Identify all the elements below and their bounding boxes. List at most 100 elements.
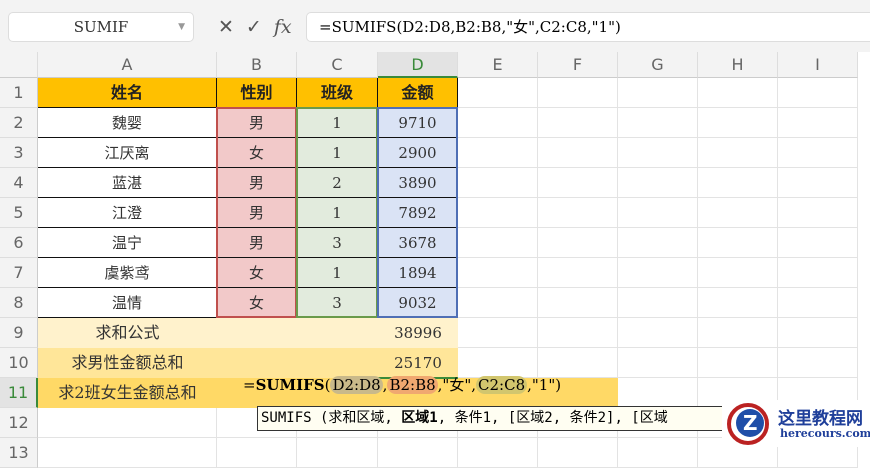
grid-cell[interactable] [458, 228, 538, 258]
function-icon[interactable]: fx [274, 16, 292, 38]
data-cell[interactable]: 9032 [378, 288, 458, 318]
column-header-I[interactable]: I [778, 52, 858, 78]
grid-cell[interactable] [458, 258, 538, 288]
grid-cell[interactable] [698, 138, 778, 168]
grid-cell[interactable] [538, 78, 618, 108]
column-header-G[interactable]: G [618, 52, 698, 78]
header-cell[interactable]: 姓名 [38, 78, 217, 108]
grid-cell[interactable] [538, 228, 618, 258]
grid-cell[interactable] [297, 438, 378, 468]
data-cell[interactable]: 9710 [378, 108, 458, 138]
grid-cell[interactable] [698, 78, 778, 108]
row-header-5[interactable]: 5 [0, 198, 38, 228]
column-header-C[interactable]: C [297, 52, 378, 78]
data-cell[interactable]: 1 [297, 198, 378, 228]
summary-label[interactable]: 求男性金额总和 [38, 348, 217, 378]
data-cell[interactable]: 温宁 [38, 228, 217, 258]
data-cell[interactable]: 江澄 [38, 198, 217, 228]
data-cell[interactable]: 男 [217, 228, 297, 258]
grid-cell[interactable] [618, 288, 698, 318]
grid-cell[interactable] [778, 138, 858, 168]
grid-cell[interactable] [458, 168, 538, 198]
grid-cell[interactable] [538, 168, 618, 198]
row-header-7[interactable]: 7 [0, 258, 38, 288]
grid-cell[interactable] [538, 438, 618, 468]
row-header-6[interactable]: 6 [0, 228, 38, 258]
grid-cell[interactable] [538, 198, 618, 228]
grid-cell[interactable] [38, 408, 217, 438]
cancel-icon[interactable]: ✕ [218, 16, 234, 38]
confirm-icon[interactable]: ✓ [246, 16, 262, 38]
header-cell[interactable]: 性别 [217, 78, 297, 108]
row-header-12[interactable]: 12 [0, 408, 38, 438]
grid-cell[interactable] [217, 438, 297, 468]
column-header-A[interactable]: A [38, 52, 217, 78]
row-header-3[interactable]: 3 [0, 138, 38, 168]
grid-cell[interactable] [778, 258, 858, 288]
data-cell[interactable]: 1 [297, 138, 378, 168]
grid-cell[interactable] [698, 318, 778, 348]
grid-cell[interactable] [618, 348, 698, 378]
data-cell[interactable]: 女 [217, 258, 297, 288]
grid-cell[interactable] [618, 138, 698, 168]
grid-cell[interactable] [778, 228, 858, 258]
name-box[interactable]: SUMIF ▼ [8, 12, 194, 42]
grid-cell[interactable] [698, 228, 778, 258]
row-header-4[interactable]: 4 [0, 168, 38, 198]
data-cell[interactable]: 男 [217, 168, 297, 198]
cell-editor[interactable]: =SUMIFS(D2:D8, B2:B8 ,"女", C2:C8 ,"1") [243, 370, 561, 400]
grid-cell[interactable] [458, 198, 538, 228]
row-header-10[interactable]: 10 [0, 348, 38, 378]
column-header-H[interactable]: H [698, 52, 778, 78]
row-header-8[interactable]: 8 [0, 288, 38, 318]
data-cell[interactable]: 蓝湛 [38, 168, 217, 198]
grid-cell[interactable] [38, 438, 217, 468]
grid-cell[interactable] [458, 318, 538, 348]
data-cell[interactable]: 2900 [378, 138, 458, 168]
grid-cell[interactable] [538, 288, 618, 318]
grid-cell[interactable] [778, 318, 858, 348]
data-cell[interactable]: 3 [297, 288, 378, 318]
grid-cell[interactable] [618, 78, 698, 108]
grid-cell[interactable] [618, 258, 698, 288]
grid-cell[interactable] [698, 348, 778, 378]
grid-cell[interactable] [458, 78, 538, 108]
header-cell[interactable]: 金额 [378, 78, 458, 108]
data-cell[interactable]: 1894 [378, 258, 458, 288]
data-cell[interactable]: 男 [217, 198, 297, 228]
grid-cell[interactable] [538, 138, 618, 168]
grid-cell[interactable] [618, 438, 698, 468]
grid-cell[interactable] [698, 258, 778, 288]
grid-cell[interactable] [778, 168, 858, 198]
grid-cell[interactable] [538, 258, 618, 288]
data-cell[interactable]: 1 [297, 108, 378, 138]
column-header-D[interactable]: D [378, 52, 458, 78]
grid-cell[interactable] [458, 288, 538, 318]
header-cell[interactable]: 班级 [297, 78, 378, 108]
grid-cell[interactable] [618, 198, 698, 228]
data-cell[interactable]: 3 [297, 228, 378, 258]
grid-cell[interactable] [618, 168, 698, 198]
data-cell[interactable]: 女 [217, 288, 297, 318]
grid-cell[interactable] [698, 168, 778, 198]
data-cell[interactable]: 2 [297, 168, 378, 198]
grid-cell[interactable] [538, 108, 618, 138]
row-header-2[interactable]: 2 [0, 108, 38, 138]
grid-cell[interactable] [778, 78, 858, 108]
grid-cell[interactable] [618, 378, 698, 408]
data-cell[interactable]: 1 [297, 258, 378, 288]
grid-cell[interactable] [698, 108, 778, 138]
data-cell[interactable]: 江厌离 [38, 138, 217, 168]
grid-cell[interactable] [618, 108, 698, 138]
grid-cell[interactable] [778, 288, 858, 318]
select-all-corner[interactable] [0, 52, 38, 78]
data-cell[interactable]: 虞紫鸢 [38, 258, 217, 288]
data-cell[interactable]: 魏婴 [38, 108, 217, 138]
row-header-1[interactable]: 1 [0, 78, 38, 108]
column-header-B[interactable]: B [217, 52, 297, 78]
grid-cell[interactable] [378, 438, 458, 468]
data-cell[interactable]: 男 [217, 108, 297, 138]
grid-cell[interactable] [778, 348, 858, 378]
grid-cell[interactable] [458, 108, 538, 138]
row-header-11[interactable]: 11 [0, 378, 38, 408]
